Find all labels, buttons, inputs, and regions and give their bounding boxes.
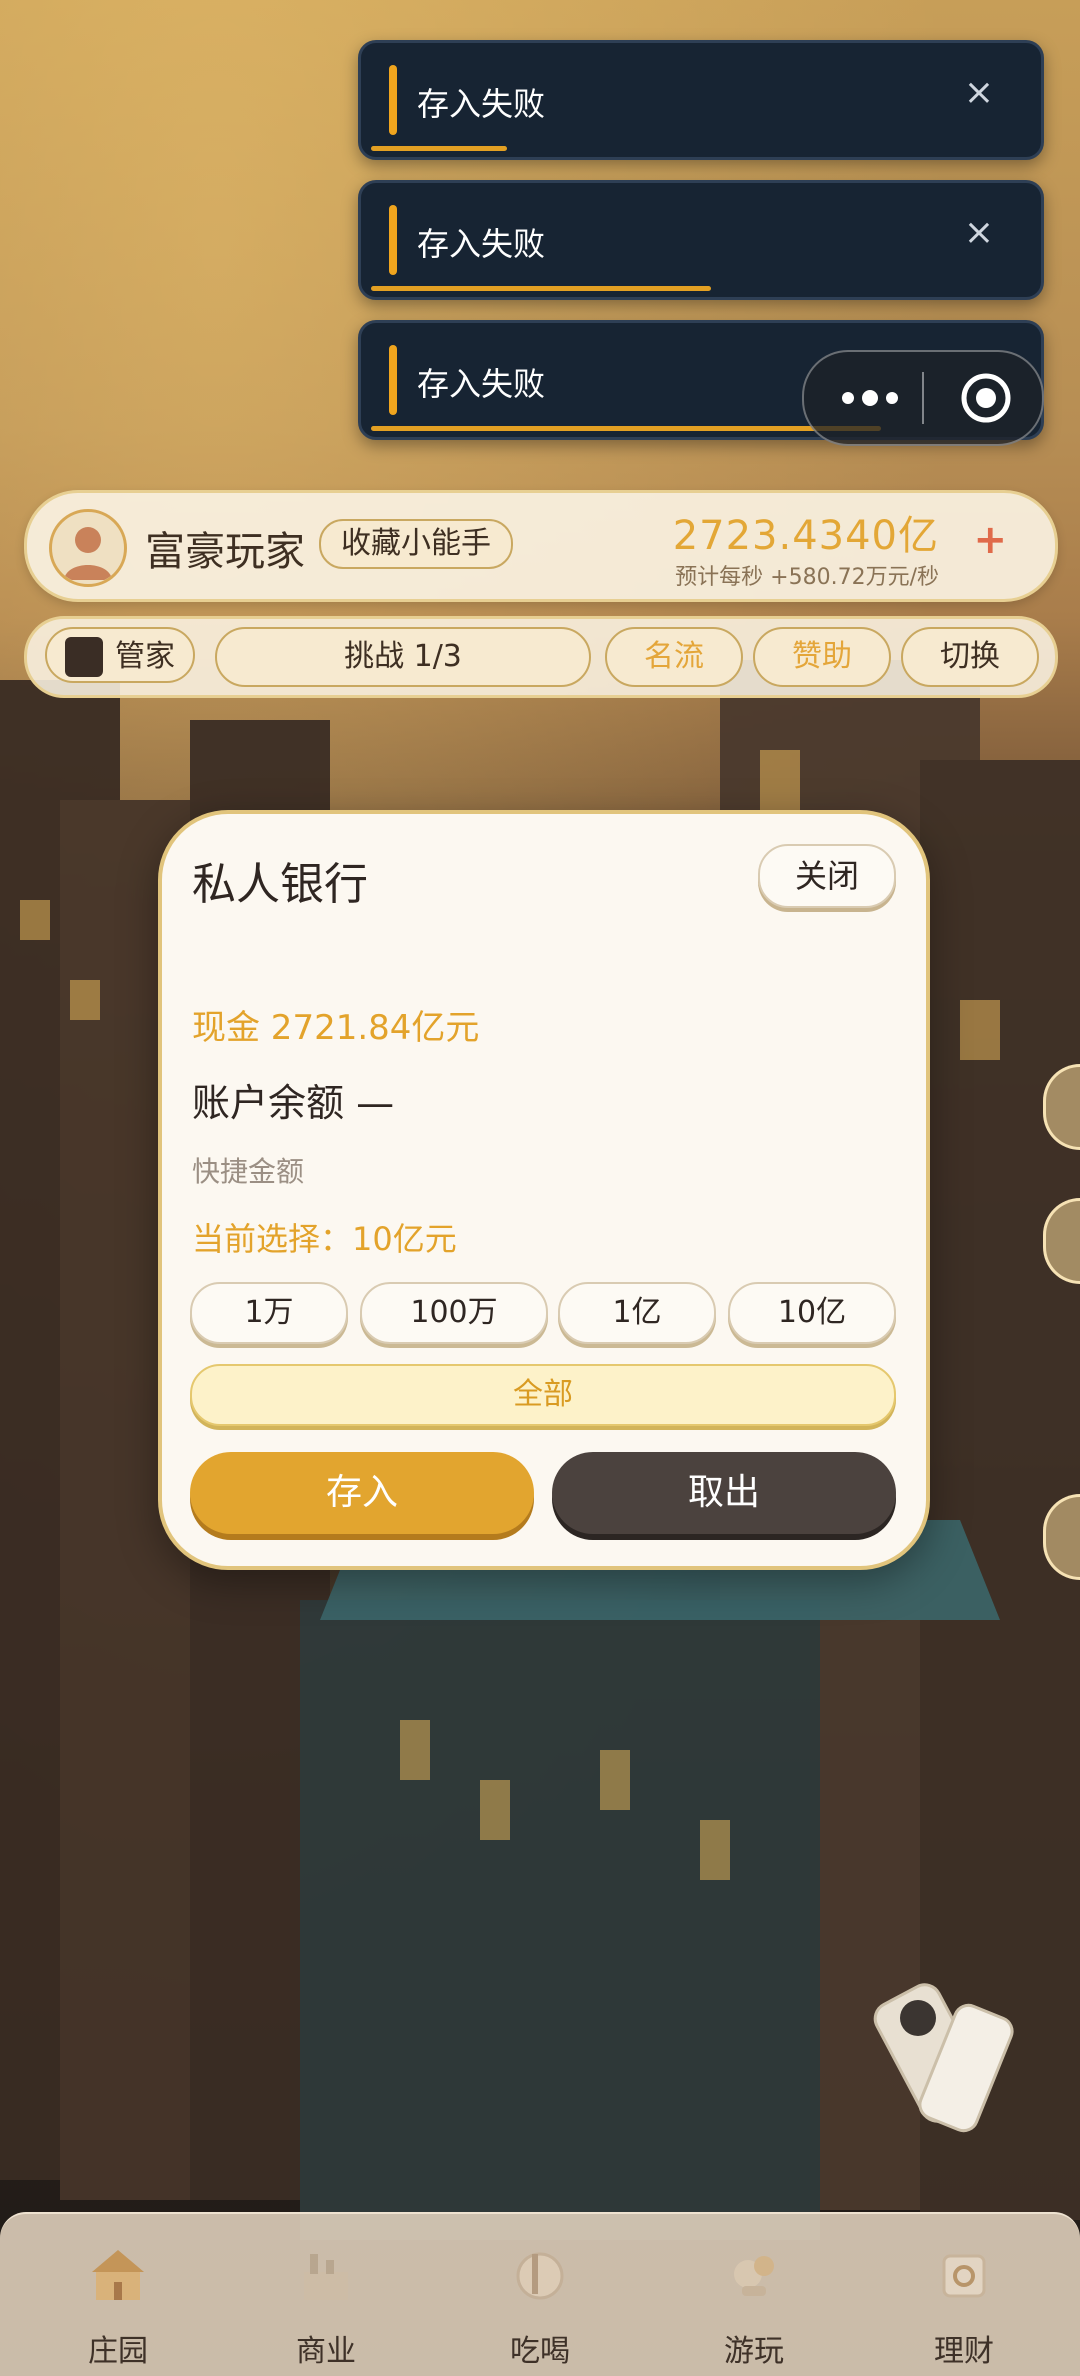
exit-target-icon[interactable] <box>959 371 1013 425</box>
more-options-icon[interactable] <box>838 376 910 420</box>
nav-item-play[interactable]: 游玩 <box>646 2214 862 2376</box>
toast-accent-bar <box>389 205 397 275</box>
toast-notification: 存入失败 × <box>358 180 1044 300</box>
close-icon[interactable]: × <box>959 213 999 253</box>
butler-avatar-icon <box>65 637 103 677</box>
quick-amount-label: 快捷金额 <box>192 1155 305 1188</box>
switch-label: 切换 <box>940 639 1000 674</box>
nav-item-finance[interactable]: 理财 <box>856 2214 1072 2376</box>
phone-prop-illustration <box>873 1983 1014 2133</box>
butler-label: 管家 <box>115 639 175 674</box>
toast-message: 存入失败 <box>417 225 546 263</box>
toast-accent-bar <box>389 345 397 415</box>
player-title-badge[interactable]: 收藏小能手 <box>319 519 513 569</box>
account-balance: 账户余额 — <box>192 1081 395 1125</box>
all-amount-button[interactable]: 全部 <box>190 1364 896 1426</box>
nav-label: 商业 <box>296 2334 356 2369</box>
deposit-button[interactable]: 存入 <box>190 1452 534 1534</box>
manor-icon <box>92 2250 144 2300</box>
amount-chip-10k[interactable]: 1万 <box>190 1282 348 1344</box>
player-info-card: 富豪玩家 收藏小能手 2723.4340亿 预计每秒 +580.72万元/秒 + <box>24 490 1058 602</box>
close-button[interactable]: 关闭 <box>758 844 896 908</box>
toast-message: 存入失败 <box>417 85 546 123</box>
private-bank-dialog: 私人银行 关闭 现金 2721.84亿元 账户余额 — 快捷金额 当前选择：10… <box>158 810 930 1570</box>
nav-label: 游玩 <box>724 2334 784 2369</box>
safe-icon <box>942 2254 986 2298</box>
celebrity-button[interactable]: 名流 <box>605 627 743 687</box>
challenge-label: 挑战 1/3 <box>344 639 462 674</box>
avatar[interactable] <box>49 509 127 587</box>
nav-item-manor[interactable]: 庄园 <box>10 2214 226 2376</box>
toast-progress-bar <box>371 286 711 291</box>
challenge-button[interactable]: 挑战 1/3 <box>215 627 591 687</box>
total-money: 2723.4340亿 <box>672 513 939 559</box>
amount-chip-100m[interactable]: 1亿 <box>558 1282 716 1344</box>
toast-progress-bar <box>371 426 881 431</box>
nav-item-food[interactable]: 吃喝 <box>432 2214 648 2376</box>
toast-progress-bar <box>371 146 507 151</box>
nav-label: 理财 <box>934 2334 994 2369</box>
player-name: 富豪玩家 <box>145 529 305 575</box>
food-icon <box>516 2252 564 2300</box>
toast-message: 存入失败 <box>417 365 546 403</box>
add-money-icon[interactable]: + <box>973 517 1007 563</box>
bottom-navigation: 庄园 商业 吃喝 游玩 理财 <box>0 2212 1080 2376</box>
capsule-divider <box>922 372 924 424</box>
nav-item-business[interactable]: 商业 <box>218 2214 434 2376</box>
toast-notification: 存入失败 × <box>358 40 1044 160</box>
celebrity-label: 名流 <box>644 639 704 674</box>
butler-button[interactable]: 管家 <box>45 627 195 683</box>
close-icon[interactable]: × <box>959 73 999 113</box>
sponsor-button[interactable]: 赞助 <box>753 627 891 687</box>
dialog-title: 私人银行 <box>192 859 368 910</box>
toast-accent-bar <box>389 65 397 135</box>
cash-amount: 现金 2721.84亿元 <box>192 1008 480 1048</box>
play-icon <box>734 2256 774 2296</box>
income-rate: 预计每秒 +580.72万元/秒 <box>675 565 939 590</box>
current-selection: 当前选择：10亿元 <box>192 1220 457 1258</box>
miniprogram-capsule <box>802 350 1044 446</box>
user-avatar-icon <box>64 527 112 580</box>
switch-button[interactable]: 切换 <box>901 627 1039 687</box>
factory-icon <box>304 2254 348 2300</box>
action-bar: 管家 挑战 1/3 名流 赞助 切换 <box>24 616 1058 698</box>
amount-chip-1m[interactable]: 100万 <box>360 1282 548 1344</box>
nav-label: 吃喝 <box>510 2334 570 2369</box>
nav-label: 庄园 <box>88 2334 148 2369</box>
amount-chip-1b[interactable]: 10亿 <box>728 1282 896 1344</box>
withdraw-button[interactable]: 取出 <box>552 1452 896 1534</box>
sponsor-label: 赞助 <box>792 639 852 674</box>
